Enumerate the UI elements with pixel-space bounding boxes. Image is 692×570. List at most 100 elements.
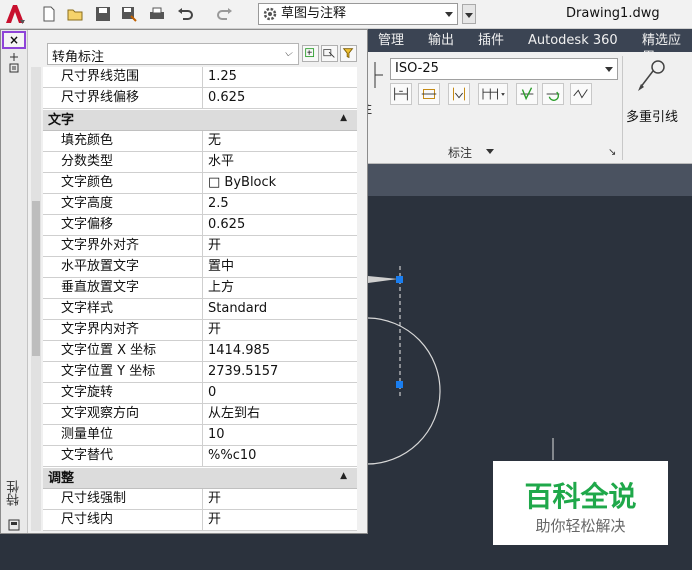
property-name: 测量单位 [43,425,203,445]
tab-manage[interactable]: 管理 [378,32,404,49]
new-file-icon[interactable] [40,5,58,23]
property-row[interactable]: 文字偏移 0.625 [43,215,357,236]
property-name: 尺寸线强制 [43,489,203,509]
property-row[interactable]: 文字观察方向 从左到右 [43,404,357,425]
workspace-name: 草图与注释 [281,6,347,21]
property-row[interactable]: 水平放置文字 置中 [43,257,357,278]
save-as-icon[interactable] [120,5,138,23]
property-value[interactable]: 水平 [204,152,357,172]
palette-menu-icon[interactable] [9,63,19,73]
panel-label-dimension[interactable]: 标注 [448,144,472,161]
property-row[interactable]: 文字旋转 0 [43,383,357,404]
property-row[interactable]: 文字颜色 □ ByBlock [43,173,357,194]
redo-icon[interactable] [216,5,234,23]
property-row[interactable]: 文字位置 X 坐标 1414.985 [43,341,357,362]
palette-settings-icon[interactable] [8,519,20,531]
property-row[interactable]: 文字替代 %%c10 [43,446,357,467]
property-row[interactable]: 尺寸线强制开 [43,489,357,510]
category-adjust[interactable]: 调整 ▲ [43,468,357,489]
dim-update-button[interactable] [542,83,564,105]
property-row[interactable]: 文字界内对齐开 [43,320,357,341]
multileader-button[interactable]: 多重引线 [626,58,686,138]
property-row[interactable]: 文字样式 Standard [43,299,357,320]
palette-title: 特性 [7,480,22,506]
property-value[interactable]: 无 [204,131,357,151]
panel-launcher-icon[interactable]: ↘ [608,147,616,158]
property-value[interactable]: 开 [204,236,357,256]
property-name: 水平放置文字 [43,257,203,277]
select-objects-button[interactable] [321,45,338,62]
property-row[interactable]: 文字高度 2.5 [43,194,357,215]
property-value[interactable]: 2739.5157 [204,362,357,382]
undo-icon[interactable] [176,5,194,23]
property-value[interactable]: 10 [204,425,357,445]
workspace-select[interactable]: 草图与注释 [258,3,458,25]
grip-point-top[interactable] [396,276,403,283]
baseline-dim-button[interactable] [418,83,440,105]
dim-break-button[interactable] [516,83,538,105]
chevron-down-icon[interactable] [486,149,494,154]
property-value[interactable]: 开 [204,489,357,509]
property-value[interactable]: 1414.985 [204,341,357,361]
property-row[interactable]: 垂直放置文字 上方 [43,278,357,299]
quick-dim-button[interactable] [478,83,508,105]
property-row[interactable]: 分数类型 水平 [43,152,357,173]
property-value[interactable]: □ ByBlock [204,173,357,193]
property-row[interactable]: 文字位置 Y 坐标 2739.5157 [43,362,357,383]
property-row[interactable]: 尺寸界线范围 1.25 [43,67,357,88]
close-button[interactable]: × [2,31,26,49]
property-row[interactable]: 文字界外对齐开 [43,236,357,257]
panel-partial-icon [374,62,383,88]
collapse-arrow-icon[interactable]: ▲ [340,471,347,481]
property-value[interactable]: 开 [204,510,357,530]
property-value[interactable]: Standard [204,299,357,319]
print-icon[interactable] [148,5,166,23]
tab-autodesk-360[interactable]: Autodesk 360 [528,32,618,49]
property-value[interactable]: 开 [204,320,357,340]
property-name: 文字位置 X 坐标 [43,341,203,361]
palette-scrollbar[interactable] [31,67,41,531]
tab-output[interactable]: 输出 [428,32,454,49]
watermark-title: 百科全说 [524,480,637,513]
auto-hide-icon[interactable] [9,52,19,62]
property-row[interactable]: 尺寸界线偏移 0.625 [43,88,357,109]
dimension-style-select[interactable]: ISO-25 [390,58,618,80]
linear-dim-button[interactable] [390,83,412,105]
property-name: 文字界内对齐 [43,320,203,340]
property-value[interactable]: 0.625 [204,88,357,108]
property-value[interactable]: 0 [204,383,357,403]
scrollbar-thumb[interactable] [32,201,40,356]
object-type-select[interactable]: 转角标注 ⌵ [47,43,299,65]
tab-plugins[interactable]: 插件 [478,32,504,49]
save-icon[interactable] [94,5,112,23]
grip-point-mid[interactable] [396,381,403,388]
property-name: 分数类型 [43,152,203,172]
quick-select-button[interactable] [340,45,357,62]
property-row[interactable]: 填充颜色无 [43,131,357,152]
arrow-head [368,276,398,283]
property-value[interactable]: 0.625 [204,215,357,235]
gear-icon [263,7,277,21]
continue-dim-button[interactable] [448,83,470,105]
chevron-down-icon: ⌵ [284,48,292,59]
property-name: 文字偏移 [43,215,203,235]
collapse-arrow-icon[interactable]: ▲ [340,113,347,123]
property-value[interactable]: 2.5 [204,194,357,214]
property-value[interactable]: 1.25 [204,67,357,87]
property-value[interactable]: %%c10 [204,446,357,466]
property-name: 尺寸界线范围 [43,67,203,87]
open-file-icon[interactable] [66,5,84,23]
property-value[interactable]: 上方 [204,278,357,298]
qat-customize-button[interactable] [462,4,476,24]
chevron-down-icon [605,67,613,72]
property-value[interactable]: 置中 [204,257,357,277]
property-row[interactable]: 测量单位 10 [43,425,357,446]
toggle-pickadd-button[interactable] [302,45,319,62]
object-type-value: 转角标注 [52,50,105,65]
autocad-logo-icon[interactable] [3,3,27,25]
property-value[interactable]: 从左到右 [204,404,357,424]
dim-jog-button[interactable] [570,83,592,105]
category-text[interactable]: 文字 ▲ [43,110,357,131]
property-name: 文字颜色 [43,173,203,193]
property-row[interactable]: 尺寸线内开 [43,510,357,531]
